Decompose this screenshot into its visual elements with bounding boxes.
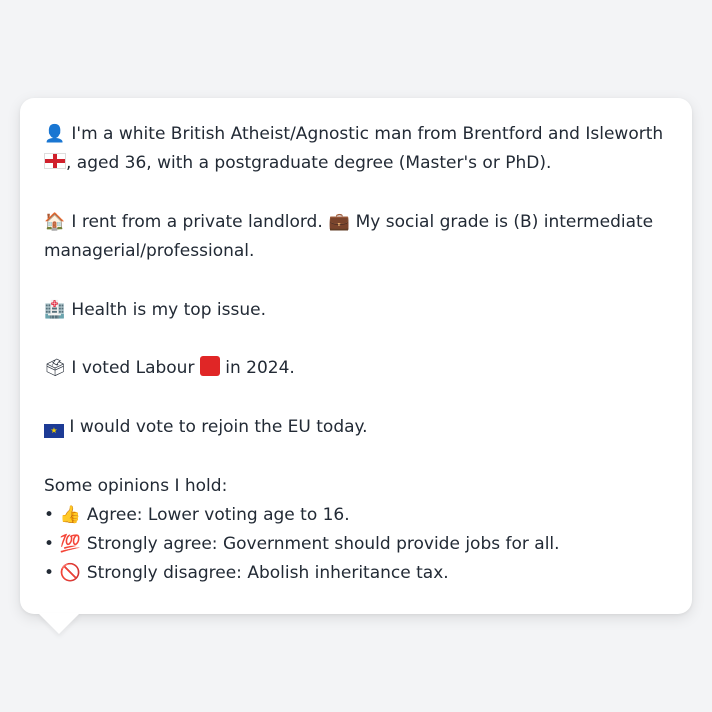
opinion-item: • 👍 Agree: Lower voting age to 16. (44, 501, 668, 530)
housing-line: 🏠 I rent from a private landlord. 💼 My s… (44, 208, 668, 267)
vote-year-text: in 2024. (225, 358, 295, 379)
opinion-item: • 💯 Strongly agree: Government should pr… (44, 530, 668, 559)
issue-line: 🏥 Health is my top issue. (44, 296, 668, 325)
hospital-icon: 🏥 (44, 299, 66, 320)
person-silhouette-icon: 👤 (44, 124, 66, 144)
housing-text: I rent from a private landlord. (71, 211, 323, 232)
vote-line: 🗳 I voted Labour in 2024. (44, 354, 668, 383)
identity-line: 👤 I'm a white British Atheist/Agnostic m… (44, 120, 668, 179)
red-square-icon (199, 356, 220, 377)
england-flag-icon (44, 153, 66, 170)
hundred-points-icon: 💯 (59, 534, 82, 555)
vote-text: I voted Labour (71, 358, 195, 379)
bubble-tail (38, 613, 80, 634)
opinions-heading: Some opinions I hold: (44, 475, 228, 496)
no-entry-icon: 🚫 (59, 563, 82, 584)
ballot-box-icon: 🗳 (44, 358, 66, 379)
eu-text: I would vote to rejoin the EU today. (69, 416, 368, 437)
thumbs-up-icon: 👍 (59, 504, 82, 525)
house-icon: 🏠 (44, 211, 66, 232)
opinions-block: Some opinions I hold: • 👍 Agree: Lower v… (44, 472, 668, 589)
opinion-text: Strongly agree: Government should provid… (86, 534, 560, 555)
bullet-glyph: • (44, 534, 55, 555)
opinion-text: Strongly disagree: Abolish inheritance t… (86, 563, 449, 584)
opinion-text: Agree: Lower voting age to 16. (86, 504, 350, 525)
issue-text: Health is my top issue. (71, 299, 266, 320)
bullet-glyph: • (44, 504, 55, 525)
identity-text-cont: , aged 36, with a postgraduate degree (M… (66, 153, 552, 174)
eu-line: ★ I would vote to rejoin the EU today. (44, 413, 668, 442)
message-bubble: 👤 I'm a white British Atheist/Agnostic m… (20, 98, 692, 614)
opinion-item: • 🚫 Strongly disagree: Abolish inheritan… (44, 559, 668, 588)
identity-text: I'm a white British Atheist/Agnostic man… (71, 124, 664, 144)
eu-flag-icon: ★ (44, 423, 64, 438)
bullet-glyph: • (44, 563, 55, 584)
briefcase-icon: 💼 (328, 211, 350, 232)
